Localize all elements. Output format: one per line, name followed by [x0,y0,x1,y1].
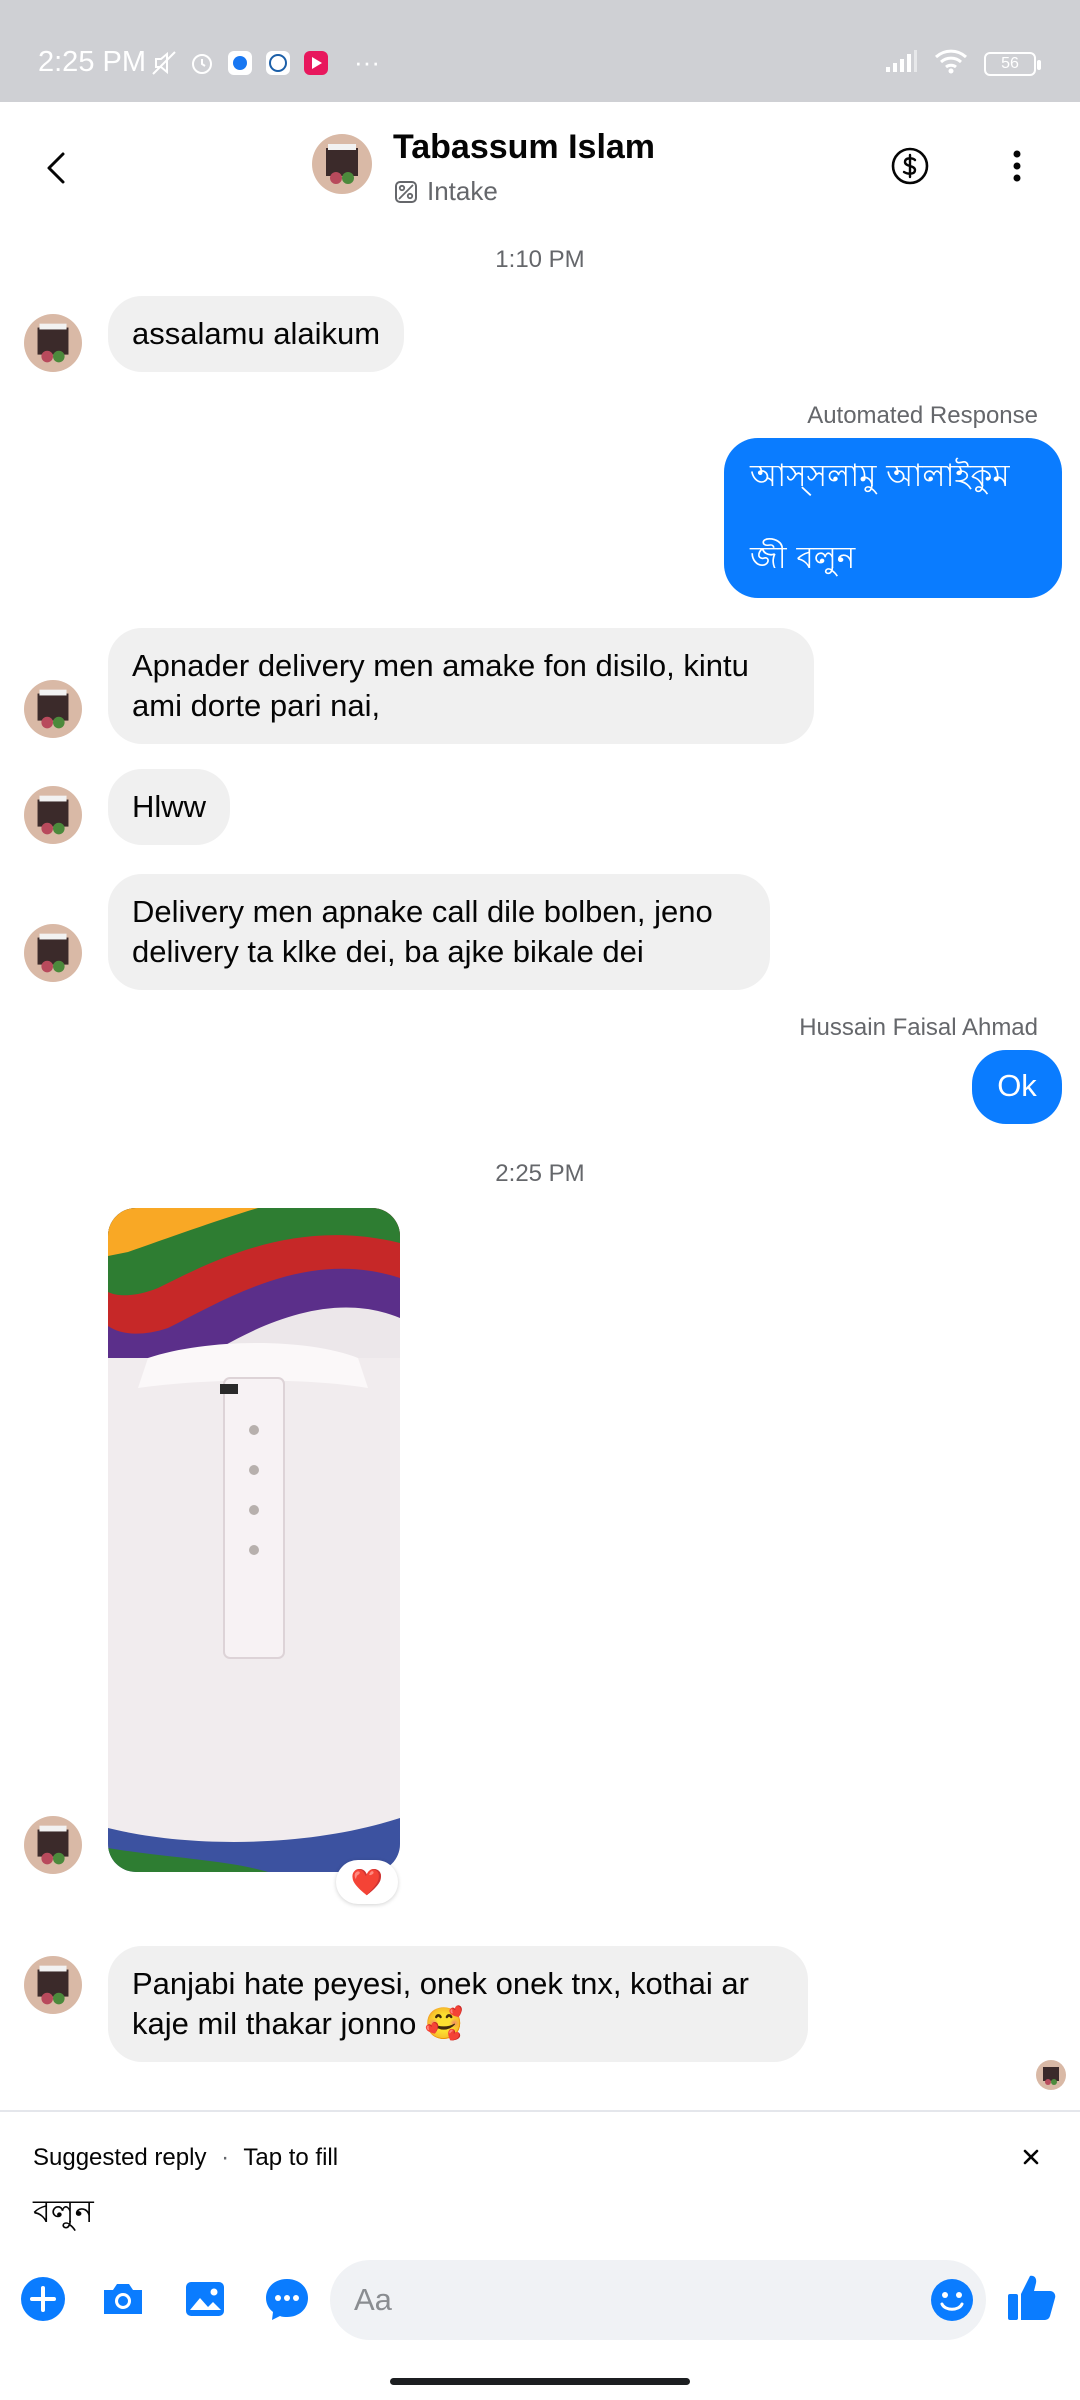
camera-icon [104,2284,142,2314]
more-options-button[interactable] [1002,146,1032,186]
notification-icons: ··· [150,47,380,78]
seen-indicator-avatar [1036,2060,1066,2090]
alarm-icon [188,49,216,77]
gallery-button[interactable] [180,2274,230,2324]
plus-icon [21,2277,65,2321]
more-notifications: ··· [354,47,380,77]
home-indicator [390,2378,690,2385]
video-app-icon [302,49,330,77]
status-time: 2:25 PM [38,46,146,78]
sender-avatar[interactable] [24,1816,82,1874]
timestamp-separator: 1:10 PM [495,246,585,273]
message-input-placeholder: Aa [354,2282,392,2317]
incoming-message[interactable]: Hlww [108,769,231,845]
incoming-message[interactable]: Apnader delivery men amake fon disilo, k… [108,628,814,744]
app-notification-icon [264,49,292,77]
sender-avatar[interactable] [24,314,82,372]
like-button[interactable] [1004,2270,1056,2320]
chat-bubble-icon [266,2279,308,2320]
system-icons: 56 [884,48,1041,79]
contact-avatar[interactable] [312,134,372,194]
outgoing-message-automated[interactable]: আস্সলামু আলাইকুম জী বলুন [724,438,1062,598]
timestamp-separator: 2:25 PM [495,1160,585,1187]
suggested-reply-text[interactable]: বলুন [33,2186,94,2240]
auto-line-1: আস্সলামু আলাইকুম [750,458,1010,494]
add-button[interactable] [18,2274,68,2324]
close-icon [1023,2149,1039,2165]
automated-response-label: Automated Response [807,402,1038,429]
mute-icon [150,49,178,77]
image-message[interactable] [108,1208,400,1872]
label-icon [395,180,417,203]
signal-icon [884,49,918,78]
sender-avatar[interactable] [24,786,82,844]
message-composer: Aa [0,2250,1080,2350]
chat-options-button[interactable] [262,2274,312,2324]
incoming-message[interactable]: assalamu alaikum [108,296,405,372]
separator-dot: · [221,2144,230,2171]
emoji-icon [931,2279,973,2321]
tap-to-fill-hint: Tap to fill [243,2144,339,2171]
contact-name[interactable]: Tabassum Islam [393,128,655,167]
heart-reaction[interactable]: ❤️ [336,1860,398,1904]
contact-label-text: Intake [427,176,498,206]
dollar-icon [891,147,929,185]
incoming-message[interactable]: Panjabi hate peyesi, onek onek tnx, koth… [108,1946,808,2062]
message-input[interactable]: Aa [330,2260,986,2340]
outgoing-message[interactable]: Ok [972,1050,1062,1124]
image-icon [186,2282,224,2316]
back-arrow-icon [47,152,65,184]
wifi-icon [934,48,968,79]
status-bar: 2:25 PM ··· 56 [0,0,1080,102]
emoji-button[interactable] [926,2274,978,2326]
suggested-reply-title: Suggested reply [33,2144,207,2171]
divider [0,2110,1080,2112]
camera-button[interactable] [98,2274,148,2324]
auto-line-2: জী বলুন [750,540,856,576]
sender-name-label: Hussain Faisal Ahmad [799,1014,1038,1041]
back-button[interactable] [36,146,80,190]
battery-indicator: 56 [984,51,1041,76]
conversation-header: Tabassum Islam Intake [0,102,1080,232]
thumbs-up-icon [1008,2275,1056,2320]
incoming-message[interactable]: Delivery men apnake call dile bolben, je… [108,874,770,990]
messenger-notification-icon [226,49,254,77]
sender-avatar[interactable] [24,1956,82,2014]
sender-avatar[interactable] [24,680,82,738]
shirt-photo [108,1208,400,1872]
suggested-reply-header: Suggested reply · Tap to fill [33,2144,338,2172]
contact-label[interactable]: Intake [393,176,498,207]
more-vertical-icon [1013,150,1021,182]
dismiss-suggestion-button[interactable] [1014,2140,1048,2174]
sender-avatar[interactable] [24,924,82,982]
payment-button[interactable] [890,146,930,186]
